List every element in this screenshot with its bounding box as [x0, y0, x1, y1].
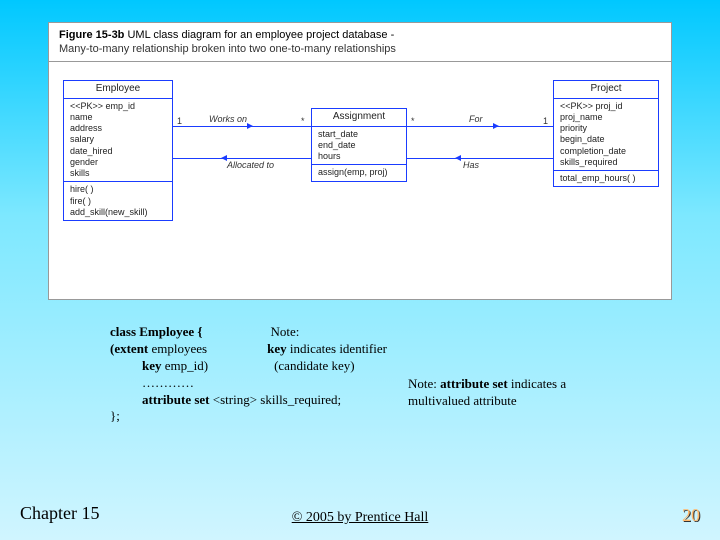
uml-op: hire( ) [70, 184, 166, 195]
assoc-label-for: For [469, 114, 483, 124]
code-text: emp_id) [165, 358, 208, 373]
uml-op: fire( ) [70, 196, 166, 207]
arrow-icon [247, 123, 253, 129]
uml-attr: <<PK>> proj_id [560, 101, 652, 112]
uml-diagram: Employee <<PK>> emp_id name address sala… [49, 62, 671, 284]
assoc-line-has [407, 158, 553, 159]
uml-class-name: Employee [64, 81, 172, 99]
uml-attr: begin_date [560, 134, 652, 145]
uml-op-section: assign(emp, proj) [312, 165, 406, 180]
code-text: key [142, 358, 165, 373]
note-text: key [267, 341, 287, 356]
note-text: attribute set [440, 376, 508, 391]
figure-title-rest: UML class diagram for an employee projec… [124, 29, 394, 41]
uml-attr-section: <<PK>> proj_id proj_name priority begin_… [554, 99, 658, 172]
uml-attr-section: start_date end_date hours [312, 127, 406, 166]
note-text: indicates identifier [287, 341, 387, 356]
code-text: <string> skills_required; [213, 392, 341, 407]
note-text: multivalued attribute [408, 393, 517, 408]
uml-attr: end_date [318, 140, 400, 151]
copyright-text: © 2005 by Prentice Hall [0, 510, 720, 526]
code-text: class Employee { [110, 324, 203, 339]
assoc-line-for [407, 126, 553, 127]
note-right-block: Note: attribute set indicates a multival… [408, 376, 668, 410]
arrow-icon [493, 123, 499, 129]
uml-attr: <<PK>> emp_id [70, 101, 166, 112]
uml-class-name: Assignment [312, 109, 406, 127]
multiplicity-one: 1 [543, 116, 548, 126]
arrow-icon [455, 155, 461, 161]
uml-class-project: Project <<PK>> proj_id proj_name priorit… [553, 80, 659, 187]
figure-panel: Figure 15-3b UML class diagram for an em… [48, 22, 672, 300]
uml-op: add_skill(new_skill) [70, 207, 166, 218]
uml-attr: skills [70, 168, 166, 179]
uml-class-name: Project [554, 81, 658, 99]
uml-attr: date_hired [70, 146, 166, 157]
uml-attr: name [70, 112, 166, 123]
uml-class-assignment: Assignment start_date end_date hours ass… [311, 108, 407, 182]
uml-op-section: hire( ) fire( ) add_skill(new_skill) [64, 182, 172, 220]
page-number: 20 [682, 505, 700, 526]
note-text: (candidate key) [274, 358, 354, 373]
uml-op-section: total_emp_hours( ) [554, 171, 658, 186]
assoc-label-allocated-to: Allocated to [227, 160, 274, 170]
uml-attr: hours [318, 151, 400, 162]
figure-label: Figure 15-3b [59, 29, 124, 41]
multiplicity-one: 1 [177, 116, 182, 126]
code-text: (extent [110, 341, 152, 356]
code-text: attribute set [142, 392, 213, 407]
note-text: indicates a [508, 376, 566, 391]
code-text: employees [152, 341, 208, 356]
uml-attr: completion_date [560, 146, 652, 157]
assoc-label-has: Has [463, 160, 479, 170]
uml-op: total_emp_hours( ) [560, 173, 652, 184]
note-text: Note: [271, 324, 300, 339]
assoc-line-allocated-to [173, 158, 311, 159]
uml-attr-section: <<PK>> emp_id name address salary date_h… [64, 99, 172, 183]
figure-subtitle: Many-to-many relationship broken into tw… [49, 43, 671, 59]
assoc-line-works-on [173, 126, 311, 127]
uml-op: assign(emp, proj) [318, 167, 400, 178]
multiplicity-star: * [301, 116, 305, 126]
uml-attr: salary [70, 134, 166, 145]
assoc-label-works-on: Works on [209, 114, 247, 124]
uml-attr: address [70, 123, 166, 134]
code-text: }; [110, 408, 630, 425]
uml-attr: skills_required [560, 157, 652, 168]
note-text: Note: [408, 376, 440, 391]
multiplicity-star: * [411, 116, 415, 126]
uml-attr: gender [70, 157, 166, 168]
uml-attr: priority [560, 123, 652, 134]
code-note-block: class Employee { Note: (extent employees k… [110, 324, 630, 425]
uml-attr: proj_name [560, 112, 652, 123]
figure-title: Figure 15-3b UML class diagram for an em… [49, 23, 671, 43]
uml-attr: start_date [318, 129, 400, 140]
uml-class-employee: Employee <<PK>> emp_id name address sala… [63, 80, 173, 221]
